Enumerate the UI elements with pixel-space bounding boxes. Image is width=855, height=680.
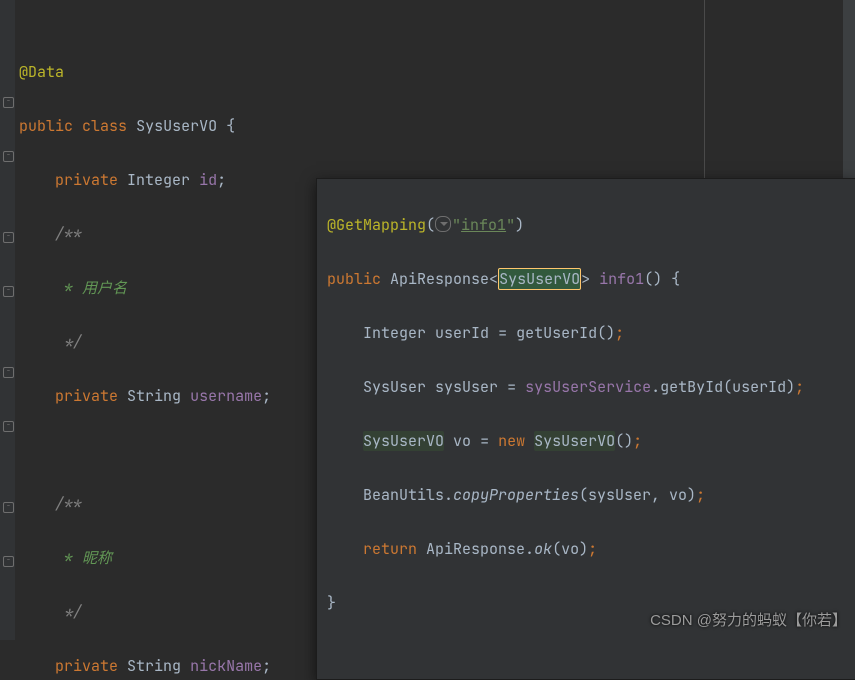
type-string: String bbox=[127, 386, 181, 406]
type-sysuservo-hl: SysUserVO bbox=[498, 268, 581, 290]
semi: ; bbox=[262, 386, 271, 406]
kw-return: return bbox=[363, 539, 417, 559]
call-getbyid: .getById(userId) bbox=[651, 377, 795, 397]
method-info1: info1 bbox=[599, 269, 644, 289]
paren: ( bbox=[426, 215, 435, 235]
fold-icon[interactable]: − bbox=[3, 367, 14, 378]
type-string: String bbox=[127, 656, 181, 676]
kw-public: public bbox=[327, 269, 381, 289]
var-userid: userId bbox=[435, 323, 489, 343]
annotation-getmapping: @GetMapping bbox=[327, 215, 426, 235]
kw-class: class bbox=[82, 116, 127, 136]
type-apiresponse: ApiResponse bbox=[390, 269, 489, 289]
semi: ; bbox=[217, 170, 226, 190]
field-id: id bbox=[199, 170, 217, 190]
field-username: username bbox=[190, 386, 262, 406]
fold-icon[interactable]: − bbox=[3, 232, 14, 243]
var-vo: vo bbox=[453, 431, 471, 451]
parens: () bbox=[597, 323, 615, 343]
kw-new: new bbox=[498, 431, 525, 451]
quick-definition-popup[interactable]: @GetMapping("info1") public ApiResponse<… bbox=[316, 178, 855, 680]
doc-open: /** bbox=[55, 494, 82, 514]
lt: < bbox=[489, 269, 498, 289]
fold-icon[interactable]: − bbox=[3, 151, 14, 162]
eq: = bbox=[489, 323, 516, 343]
paren: ) bbox=[515, 215, 524, 235]
doc-username: * 用户名 bbox=[55, 278, 127, 298]
brace: } bbox=[327, 593, 336, 613]
type-integer: Integer bbox=[363, 323, 426, 343]
url-info1[interactable]: info1 bbox=[461, 215, 506, 235]
field-nickname: nickName bbox=[190, 656, 262, 676]
gutter: − − − − − − − − bbox=[0, 0, 15, 640]
args: (vo) bbox=[552, 539, 588, 559]
semi: ; bbox=[615, 323, 624, 343]
method-ok: ok bbox=[534, 539, 552, 559]
watermark: CSDN @努力的蚂蚁【你若】 bbox=[650, 607, 847, 634]
kw-private: private bbox=[55, 656, 118, 676]
class-beanutils: BeanUtils. bbox=[363, 485, 453, 505]
brace: { bbox=[671, 269, 680, 289]
code-editor[interactable]: − − − − − − − − @Data public class SysUs… bbox=[0, 0, 855, 640]
fold-icon[interactable]: − bbox=[3, 421, 14, 432]
semi: ; bbox=[588, 539, 597, 559]
doc-close: */ bbox=[55, 332, 82, 352]
type-sysuser: SysUser bbox=[363, 377, 426, 397]
eq: = bbox=[498, 377, 525, 397]
field-service: sysUserService bbox=[525, 377, 651, 397]
type-sysuservo-usage: SysUserVO bbox=[534, 431, 615, 451]
type-integer: Integer bbox=[127, 170, 190, 190]
kw-public: public bbox=[19, 116, 73, 136]
parens: () bbox=[615, 431, 633, 451]
kw-private: private bbox=[55, 386, 118, 406]
fold-icon[interactable]: − bbox=[3, 97, 14, 108]
class-name: SysUserVO bbox=[136, 116, 217, 136]
semi: ; bbox=[633, 431, 642, 451]
call-getuserid: getUserId bbox=[516, 323, 597, 343]
semi: ; bbox=[262, 656, 271, 676]
fold-icon[interactable]: − bbox=[3, 502, 14, 513]
gt: > bbox=[581, 269, 590, 289]
var-sysuser: sysUser bbox=[435, 377, 498, 397]
fold-icon[interactable]: − bbox=[3, 556, 14, 567]
brace: { bbox=[226, 116, 235, 136]
quote: " bbox=[452, 215, 461, 235]
doc-close: */ bbox=[55, 602, 82, 622]
type-sysuservo-usage: SysUserVO bbox=[363, 431, 444, 451]
doc-nickname: * 昵称 bbox=[55, 548, 112, 568]
fold-icon[interactable]: − bbox=[3, 286, 14, 297]
parens: () bbox=[644, 269, 662, 289]
semi: ; bbox=[696, 485, 705, 505]
eq: = bbox=[471, 431, 498, 451]
class-apiresponse: ApiResponse. bbox=[426, 539, 534, 559]
annotation-data: @Data bbox=[19, 62, 64, 82]
quote: " bbox=[506, 215, 515, 235]
semi: ; bbox=[795, 377, 804, 397]
param-hint-icon[interactable] bbox=[435, 216, 451, 232]
method-copy: copyProperties bbox=[453, 485, 579, 505]
doc-open: /** bbox=[55, 224, 82, 244]
args: (sysUser, vo) bbox=[579, 485, 696, 505]
kw-private: private bbox=[55, 170, 118, 190]
